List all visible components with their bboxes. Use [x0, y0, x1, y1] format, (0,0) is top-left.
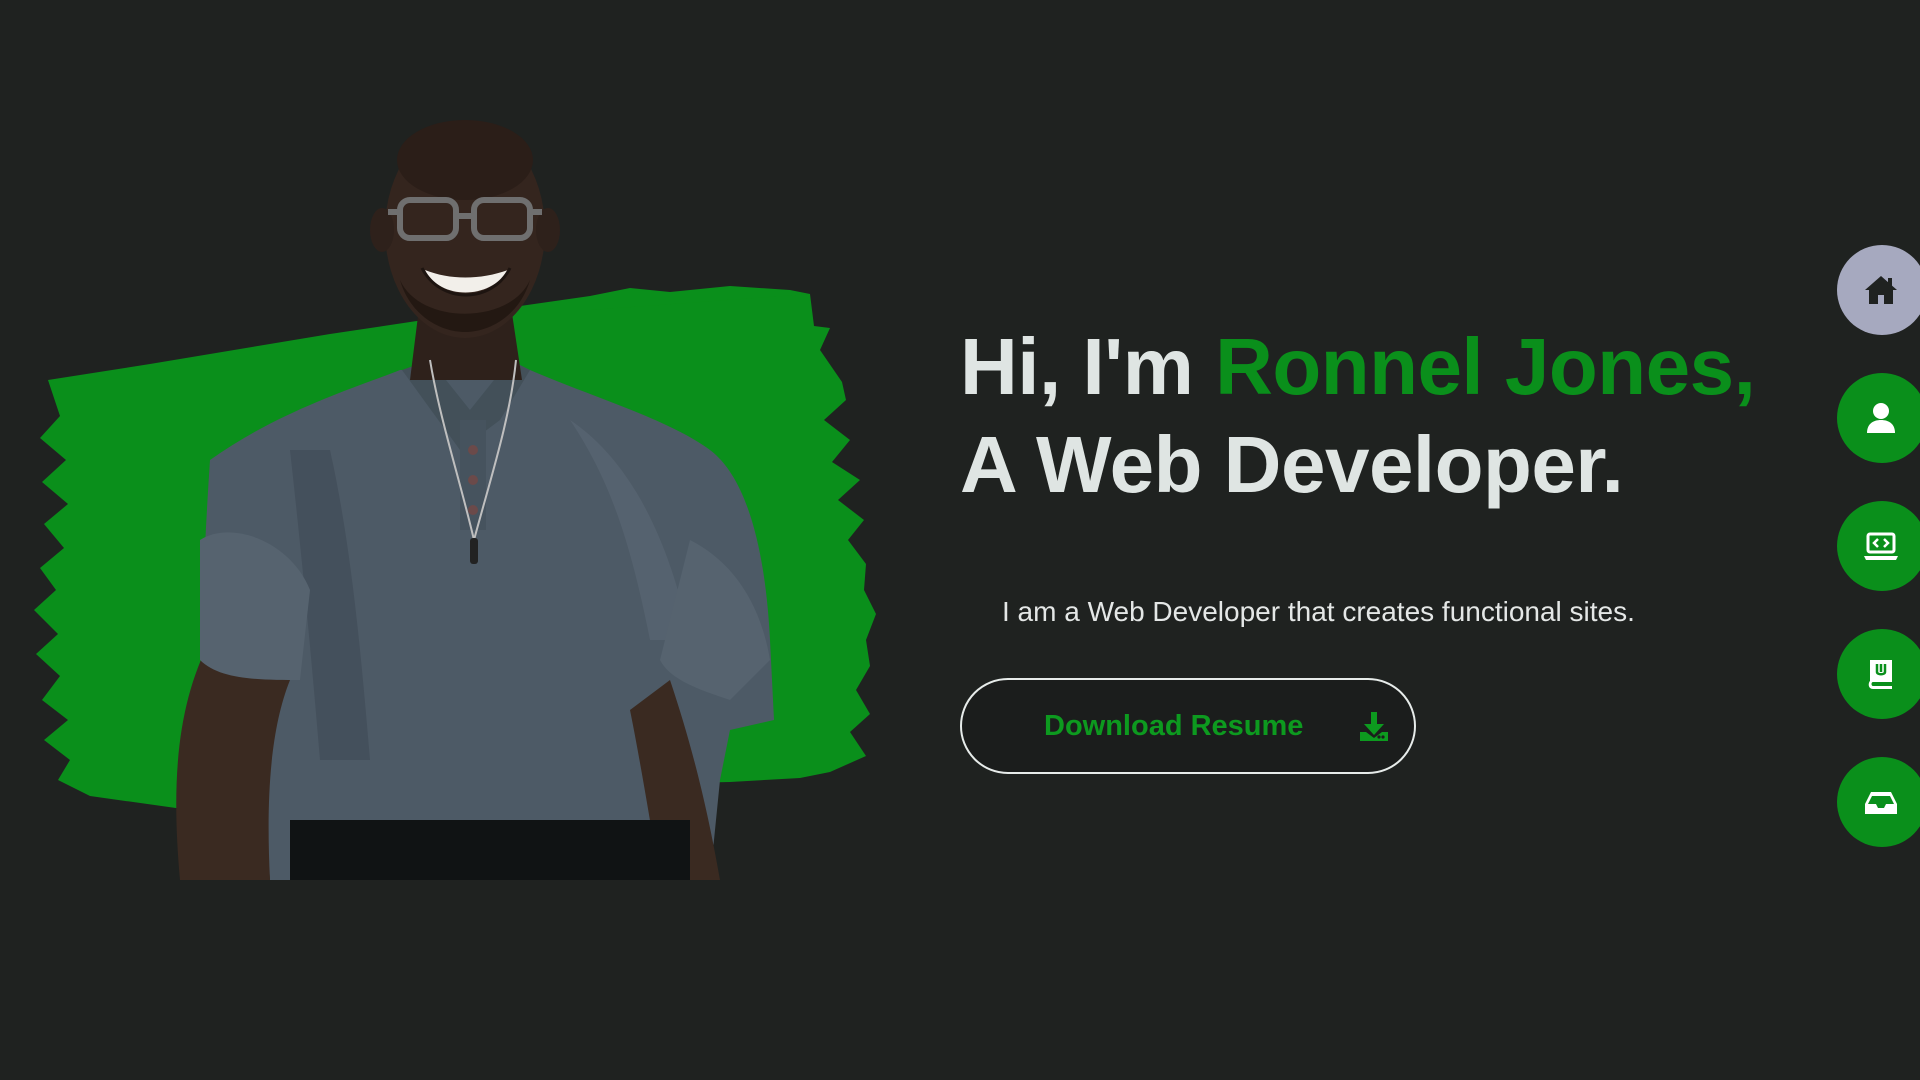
laptop-code-icon — [1863, 528, 1899, 564]
user-icon — [1863, 400, 1899, 436]
name-text: Ronnel Jones, — [1215, 322, 1756, 411]
download-resume-button[interactable]: Download Resume — [960, 678, 1416, 774]
tagline: I am a Web Developer that creates functi… — [1002, 596, 1635, 627]
book-icon — [1863, 656, 1899, 692]
nav-about-button[interactable] — [1837, 373, 1920, 463]
greeting-text: Hi, I'm — [960, 322, 1216, 411]
inbox-icon — [1863, 784, 1899, 820]
hero-portrait-image — [30, 120, 880, 880]
intro-section: Hi, I'm Ronnel Jones, A Web Developer. — [960, 318, 1810, 514]
nav-blog-button[interactable] — [1837, 629, 1920, 719]
download-resume-label: Download Resume — [1044, 710, 1304, 742]
nav-home-button[interactable] — [1837, 245, 1920, 335]
page: Hi, I'm Ronnel Jones, A Web Developer. I… — [0, 0, 1920, 1080]
role-text: A Web Developer. — [960, 420, 1624, 509]
download-icon — [1358, 710, 1390, 742]
nav-contact-button[interactable] — [1837, 757, 1920, 847]
home-icon — [1863, 272, 1899, 308]
hero-headline: Hi, I'm Ronnel Jones, A Web Developer. — [960, 318, 1810, 514]
nav-portfolio-button[interactable] — [1837, 501, 1920, 591]
